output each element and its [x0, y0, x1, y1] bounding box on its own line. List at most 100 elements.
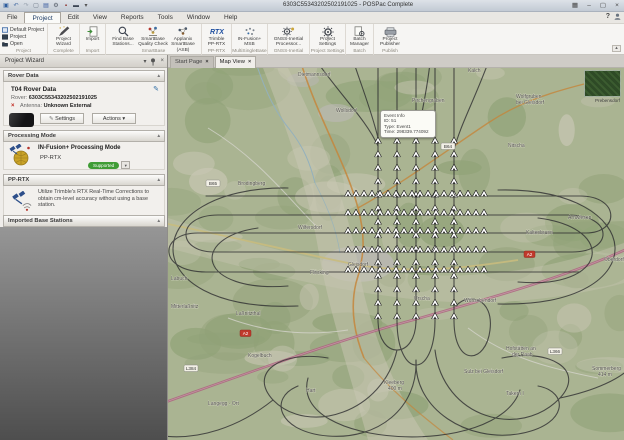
project-publisher-button[interactable]: Project Publisher: [376, 25, 404, 48]
gnss-inertial-processor-button[interactable]: GNSS-Inertial Processor...: [270, 25, 307, 48]
pin-icon[interactable]: [150, 58, 156, 66]
map-canvas[interactable]: DietmannsdorfWollsdorfPirchengrabenKalch…: [168, 68, 624, 440]
project-icon: [2, 34, 8, 40]
collapse-chevron-icon: ▴: [157, 73, 160, 79]
document-tab-strip: Start Page×Map View×: [168, 55, 624, 68]
map-place-label: Gleisdorf: [348, 262, 369, 268]
map-place-label: Labuch: [171, 276, 188, 282]
collapse-chevron-icon: ▴: [157, 133, 160, 139]
project-wizard-button[interactable]: Project Wizard: [50, 25, 77, 48]
pospac-window: { "window": { "title": "6303C55343202502…: [0, 0, 624, 440]
stop-icon[interactable]: ▪: [62, 2, 70, 10]
menu-tab-tools[interactable]: Tools: [151, 12, 180, 23]
gear-icon: [322, 26, 334, 37]
processor-gears-icon: [282, 26, 295, 37]
panel-close-icon[interactable]: ×: [160, 58, 164, 66]
open-folder-icon: [2, 41, 8, 47]
map-place-label: Kogelbuch: [248, 353, 272, 359]
minimize-button[interactable]: –: [584, 1, 594, 10]
redo-icon[interactable]: ↷: [22, 2, 30, 10]
edit-rover-icon[interactable]: ✎: [153, 85, 159, 93]
default-project-icon: [2, 27, 8, 33]
project-button[interactable]: Project: [2, 34, 44, 40]
processing-mode-header[interactable]: Processing Mode▴: [3, 130, 165, 142]
magnifier-icon: [118, 26, 129, 37]
layout-icon[interactable]: ▦: [570, 1, 580, 10]
close-tab-icon[interactable]: ×: [205, 59, 208, 68]
new-file-icon[interactable]: ▢: [32, 2, 40, 10]
svg-text:RTX: RTX: [210, 29, 225, 36]
map-place-label: Mitterlaßnitz: [171, 304, 199, 310]
pp-rtx-satellite-icon: [10, 191, 32, 213]
pp-rtx-header[interactable]: PP-RTX▴: [3, 174, 165, 186]
map-view-area: Start Page×Map View×: [168, 55, 624, 440]
map-place-label: Hart: [306, 388, 316, 394]
actions-button[interactable]: Actions ▾: [92, 113, 136, 124]
project-settings-button[interactable]: Project Settings: [312, 25, 343, 48]
publisher-printer-icon: [384, 26, 397, 37]
close-button[interactable]: ×: [612, 1, 622, 10]
menu-tab-view[interactable]: View: [86, 12, 114, 23]
ribbon-tab-row: FileProjectEditViewReportsToolsWindowHel…: [0, 12, 624, 24]
road-shield-label: B65: [209, 181, 218, 186]
rtx-logo-icon: RTX: [209, 26, 225, 37]
sign-in-user-icon[interactable]: [614, 13, 621, 20]
ribbon: Default Project Project Open Project Pro…: [0, 24, 624, 55]
map-place-label: Oberdorf: [604, 257, 624, 263]
import-button[interactable]: Import: [82, 25, 103, 42]
road-shield-label: L384: [186, 366, 197, 371]
help-icon[interactable]: ?: [606, 13, 610, 20]
new-project-icon[interactable]: ▣: [2, 2, 10, 10]
quick-access-toolbar[interactable]: ▣↶↷▢▤⚙▪▬▾: [2, 1, 90, 11]
map-place-label: Brodingberg: [238, 181, 265, 187]
tab-start-page[interactable]: Start Page×: [170, 56, 214, 68]
map-place-label: bei Gleisdorf: [516, 100, 545, 106]
qat-dropdown-icon[interactable]: ▾: [82, 2, 90, 10]
map-place-label: Takern I: [506, 391, 524, 397]
find-base-stations-button[interactable]: Find Base Stations...: [108, 25, 138, 48]
default-project-button[interactable]: Default Project: [2, 27, 44, 33]
chevron-down-icon[interactable]: ▾: [121, 161, 130, 169]
import-icon: [87, 26, 98, 37]
settings-icon[interactable]: ⚙: [52, 2, 60, 10]
open-button[interactable]: Open: [2, 41, 44, 47]
batch-doc-gear-icon: [354, 26, 365, 37]
screen-icon[interactable]: ▬: [72, 2, 80, 10]
menu-tab-reports[interactable]: Reports: [114, 12, 151, 23]
in-fusion-msb-button[interactable]: IN-Fusion+ MSB: [234, 25, 265, 48]
road-shield-label: B64: [444, 144, 453, 149]
smartbase-quality-check-button[interactable]: SmartBase Quality Check: [138, 25, 168, 48]
road-shield-label: L366: [550, 349, 561, 354]
ribbon-collapse-button[interactable]: ▴: [612, 45, 621, 52]
thumbnail-label: Prebensdorf: [595, 98, 620, 103]
settings-button[interactable]: ✎ Settings: [40, 113, 84, 124]
rover-data-header[interactable]: Rover Data▴: [3, 70, 165, 82]
in-fusion-satellite-icon: [8, 144, 32, 168]
restore-button[interactable]: ▢: [598, 1, 608, 10]
menu-tab-window[interactable]: Window: [180, 12, 217, 23]
menu-tab-edit[interactable]: Edit: [61, 12, 86, 23]
menu-tab-file[interactable]: File: [0, 12, 24, 23]
chevron-down-icon: ▾: [122, 116, 125, 122]
collapse-chevron-icon: ▴: [157, 218, 160, 224]
menu-tab-help[interactable]: Help: [217, 12, 244, 23]
batch-manager-button[interactable]: Batch Manager: [348, 25, 371, 48]
panel-menu-icon[interactable]: ▾: [143, 58, 146, 66]
map-place-label: Laßnitzthal: [236, 311, 260, 317]
panel-title: Project Wizard: [0, 55, 167, 68]
trimble-pp-rtx-button[interactable]: RTX Trimble PP-RTX: [204, 25, 229, 48]
tab-map-view[interactable]: Map View×: [215, 56, 257, 68]
panel-empty-area: [0, 227, 167, 440]
msb-dots-icon: [244, 26, 256, 37]
close-tab-icon[interactable]: ×: [248, 59, 251, 68]
processing-mode-select[interactable]: PP-RTX: [40, 155, 61, 161]
menu-tab-project[interactable]: Project: [24, 12, 60, 23]
map-place-label: Urscha: [414, 296, 430, 302]
imported-base-stations-header[interactable]: Imported Base Stations▴: [3, 215, 165, 227]
save-icon[interactable]: ▤: [42, 2, 50, 10]
antenna-warning-icon: ×: [11, 103, 15, 109]
undo-icon[interactable]: ↶: [12, 2, 20, 10]
photo-thumbnail[interactable]: [584, 70, 621, 97]
map-place-label: Wilfersdorf: [298, 225, 323, 231]
wizard-pencil-icon: [58, 26, 70, 37]
